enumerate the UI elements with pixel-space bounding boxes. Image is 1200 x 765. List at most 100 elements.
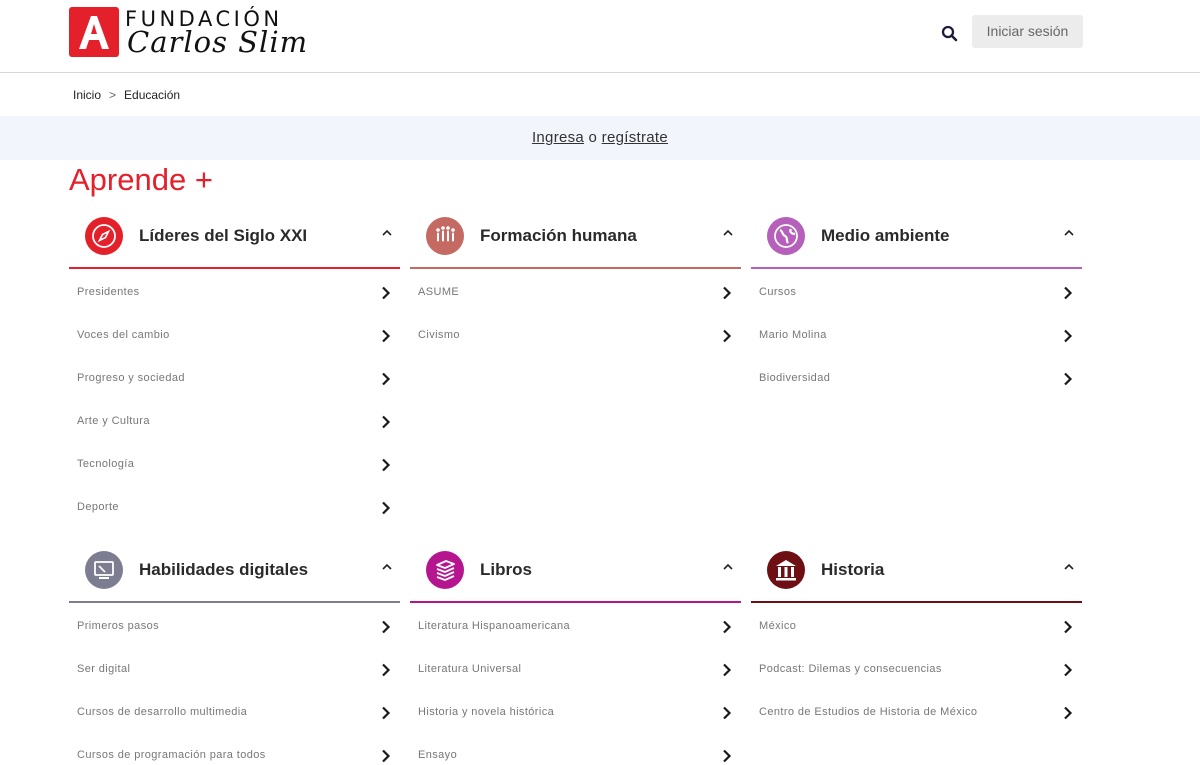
chevron-right-icon (382, 286, 391, 300)
section-item-list: Presidentes Voces del cambio Progreso y … (69, 269, 400, 527)
section-header[interactable]: Libros (410, 548, 741, 603)
globe-icon (767, 217, 805, 255)
chevron-right-icon (723, 706, 732, 720)
section-title: Historia (821, 560, 885, 579)
list-item[interactable]: ASUME (410, 269, 741, 312)
list-item[interactable]: Mario Molina (751, 312, 1082, 355)
chevron-right-icon (723, 286, 732, 300)
list-item[interactable]: México (751, 603, 1082, 646)
list-item[interactable]: Historia y novela histórica (410, 689, 741, 732)
section-medio-ambiente: Medio ambiente Cursos Mario Molina Biodi… (751, 214, 1082, 398)
list-item[interactable]: Voces del cambio (69, 312, 400, 355)
chevron-right-icon (1064, 372, 1073, 386)
people-icon (426, 217, 464, 255)
breadcrumb-home[interactable]: Inicio (73, 88, 101, 102)
page-title: Aprende + (69, 162, 213, 197)
breadcrumb: Inicio > Educación (73, 88, 180, 102)
item-label: Podcast: Dilemas y consecuencias (759, 663, 942, 675)
item-label: Centro de Estudios de Historia de México (759, 706, 978, 718)
list-item[interactable]: Presidentes (69, 269, 400, 312)
section-item-list: Literatura Hispanoamericana Literatura U… (410, 603, 741, 765)
chevron-right-icon (723, 620, 732, 634)
section-title: Formación humana (480, 226, 637, 245)
list-item[interactable]: Podcast: Dilemas y consecuencias (751, 646, 1082, 689)
banner-connector: o (588, 129, 598, 146)
list-item[interactable]: Cursos (751, 269, 1082, 312)
chevron-right-icon (382, 415, 391, 429)
chevron-right-icon (723, 663, 732, 677)
section-formacion-humana: Formación humana ASUME Civismo (410, 214, 741, 355)
login-banner: Ingresa o regístrate (0, 116, 1200, 160)
breadcrumb-current: Educación (124, 88, 181, 102)
list-item[interactable]: Literatura Universal (410, 646, 741, 689)
section-item-list: México Podcast: Dilemas y consecuencias … (751, 603, 1082, 732)
chevron-up-icon[interactable] (380, 561, 394, 573)
section-habilidades-digitales: Habilidades digitales Primeros pasos Ser… (69, 548, 400, 765)
list-item[interactable]: Centro de Estudios de Historia de México (751, 689, 1082, 732)
list-item[interactable]: Ensayo (410, 732, 741, 765)
chevron-right-icon (382, 501, 391, 515)
chevron-right-icon (1064, 706, 1073, 720)
chevron-right-icon (382, 329, 391, 343)
chevron-right-icon (1064, 663, 1073, 677)
section-item-list: Cursos Mario Molina Biodiversidad (751, 269, 1082, 398)
list-item[interactable]: Arte y Cultura (69, 398, 400, 441)
section-title: Medio ambiente (821, 226, 950, 245)
list-item[interactable]: Cursos de desarrollo multimedia (69, 689, 400, 732)
list-item[interactable]: Literatura Hispanoamericana (410, 603, 741, 646)
section-historia: Historia México Podcast: Dilemas y conse… (751, 548, 1082, 732)
chevron-right-icon (382, 706, 391, 720)
monitor-icon (85, 551, 123, 589)
section-header[interactable]: Habilidades digitales (69, 548, 400, 603)
section-lideres: Líderes del Siglo XXI Presidentes Voces … (69, 214, 400, 527)
chevron-up-icon[interactable] (1062, 561, 1076, 573)
register-link[interactable]: regístrate (602, 129, 668, 146)
item-label: Ser digital (77, 663, 131, 675)
chevron-up-icon[interactable] (380, 227, 394, 239)
chevron-right-icon (382, 663, 391, 677)
item-label: Voces del cambio (77, 329, 170, 341)
search-icon[interactable] (940, 24, 960, 44)
site-header: FUNDACIÓN Carlos Slim Iniciar sesión (0, 0, 1200, 73)
item-label: Literatura Hispanoamericana (418, 620, 571, 632)
section-header[interactable]: Formación humana (410, 214, 741, 269)
list-item[interactable]: Biodiversidad (751, 355, 1082, 398)
chevron-right-icon (382, 458, 391, 472)
section-header[interactable]: Líderes del Siglo XXI (69, 214, 400, 269)
item-label: Historia y novela histórica (418, 706, 555, 718)
list-item[interactable]: Progreso y sociedad (69, 355, 400, 398)
list-item[interactable]: Civismo (410, 312, 741, 355)
fundacion-logo[interactable]: FUNDACIÓN Carlos Slim (69, 7, 329, 59)
section-item-list: ASUME Civismo (410, 269, 741, 355)
section-title: Líderes del Siglo XXI (139, 226, 308, 245)
list-item[interactable]: Ser digital (69, 646, 400, 689)
item-label: ASUME (418, 286, 460, 298)
item-label: Cursos (759, 286, 797, 298)
columns-icon (767, 551, 805, 589)
list-item[interactable]: Tecnología (69, 441, 400, 484)
chevron-right-icon (1064, 286, 1073, 300)
chevron-up-icon[interactable] (721, 561, 735, 573)
chevron-up-icon[interactable] (721, 227, 735, 239)
chevron-right-icon (1064, 329, 1073, 343)
item-label: Tecnología (77, 458, 135, 470)
logo-text-carlos-slim: Carlos Slim (127, 25, 309, 59)
section-header[interactable]: Medio ambiente (751, 214, 1082, 269)
chevron-up-icon[interactable] (1062, 227, 1076, 239)
logo-a-icon (69, 7, 119, 57)
section-libros: Libros Literatura Hispanoamericana Liter… (410, 548, 741, 765)
item-label: Arte y Cultura (77, 415, 150, 427)
item-label: Deporte (77, 501, 119, 513)
list-item[interactable]: Deporte (69, 484, 400, 527)
item-label: Cursos de programación para todos (77, 749, 266, 761)
books-icon (426, 551, 464, 589)
item-label: Biodiversidad (759, 372, 831, 384)
item-label: Mario Molina (759, 329, 827, 341)
section-header[interactable]: Historia (751, 548, 1082, 603)
list-item[interactable]: Primeros pasos (69, 603, 400, 646)
section-title: Habilidades digitales (139, 560, 309, 579)
login-link[interactable]: Ingresa (532, 129, 584, 146)
login-button[interactable]: Iniciar sesión (972, 15, 1083, 48)
chevron-right-icon (723, 329, 732, 343)
list-item[interactable]: Cursos de programación para todos (69, 732, 400, 765)
